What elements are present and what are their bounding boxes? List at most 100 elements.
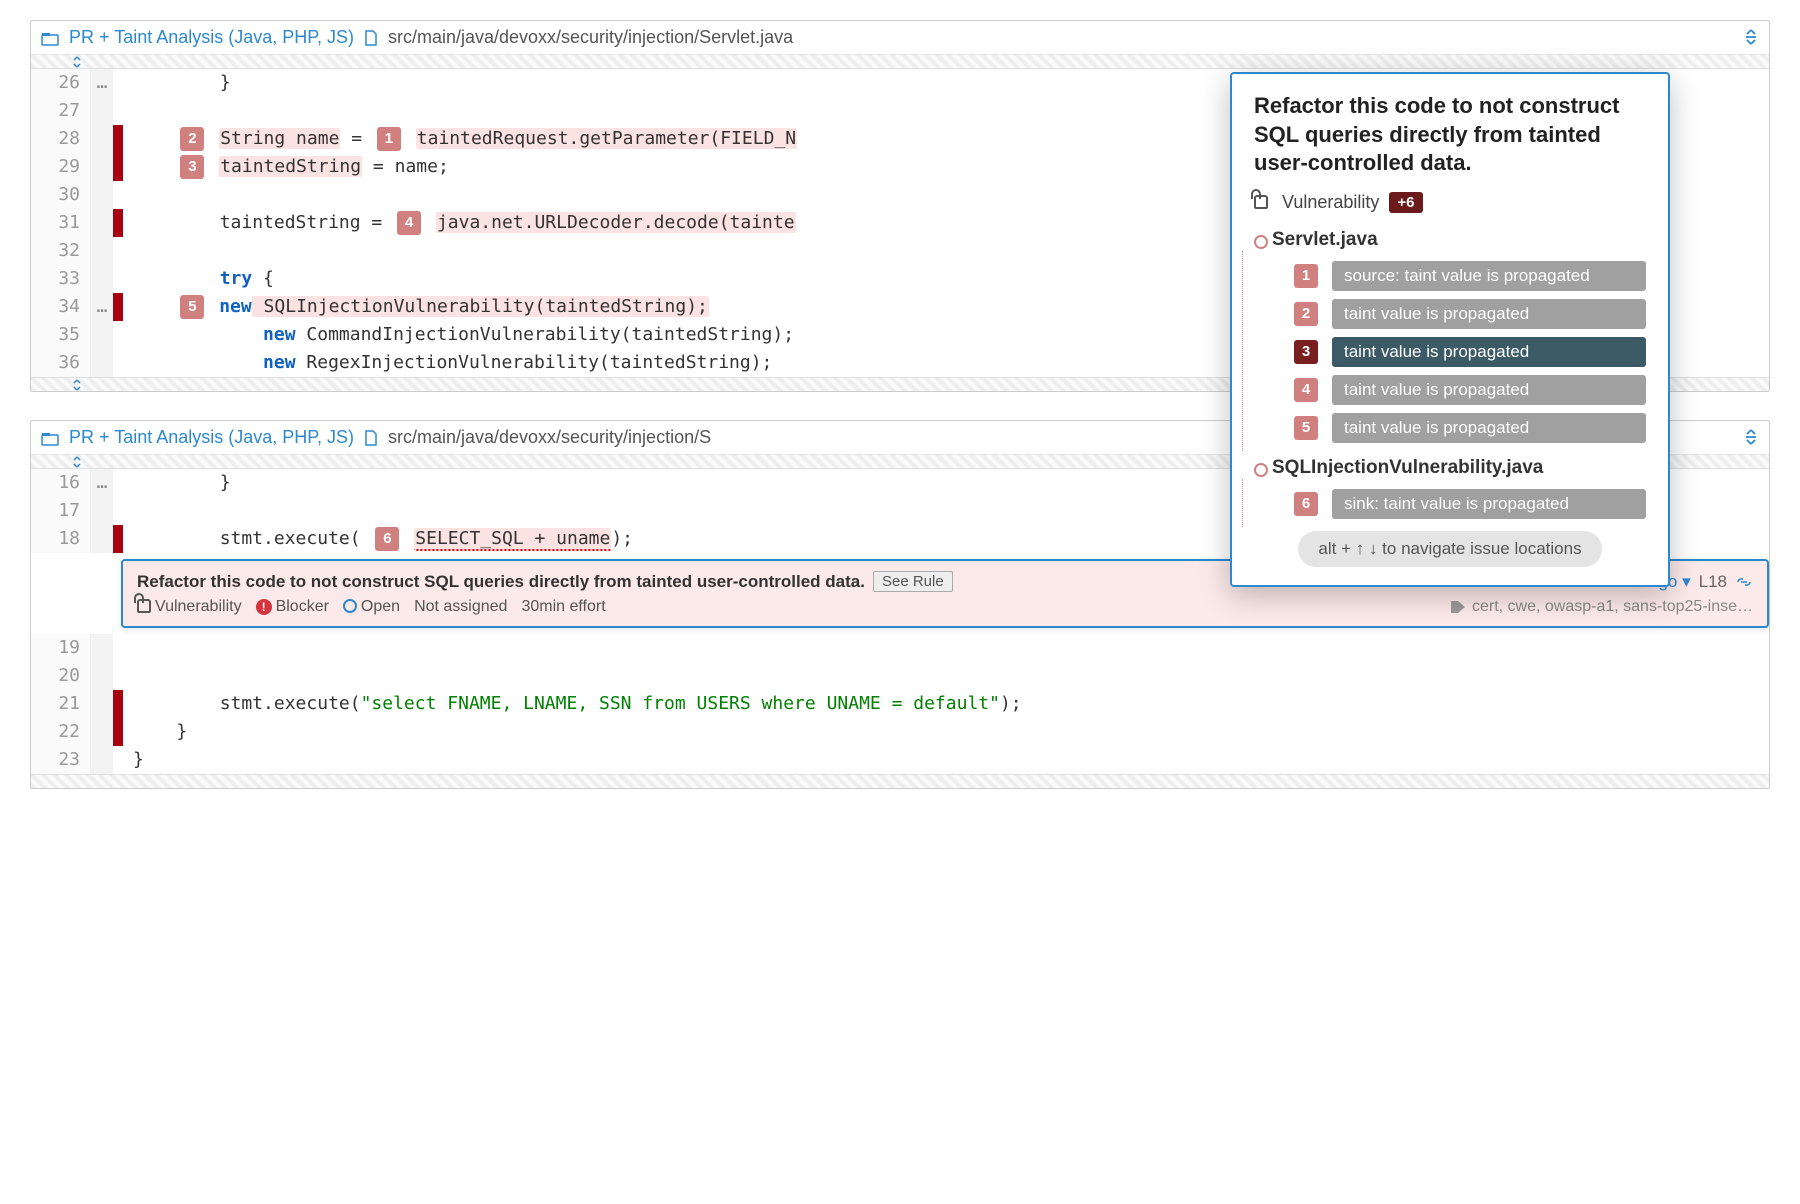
fold-toggle <box>91 237 113 265</box>
issue-marker <box>113 746 123 774</box>
taint-step-badge[interactable]: 1 <box>377 127 401 151</box>
trace-step[interactable]: 2 taint value is propagated <box>1290 299 1646 329</box>
taint-step-badge[interactable]: 6 <box>375 527 399 551</box>
issue-type[interactable]: Vulnerability <box>137 598 242 616</box>
code-line: 19 <box>31 634 1769 662</box>
fold-toggle <box>91 321 113 349</box>
fold-toggle[interactable]: … <box>91 469 113 497</box>
issue-marker <box>113 525 123 553</box>
trace-step[interactable]: 6 sink: taint value is propagated <box>1290 489 1646 519</box>
see-rule-button[interactable]: See Rule <box>873 571 953 592</box>
issue-marker <box>113 153 123 181</box>
code-text: stmt.execute("select FNAME, LNAME, SSN f… <box>123 690 1769 718</box>
issue-marker <box>113 209 123 237</box>
code-line: 22 } <box>31 718 1769 746</box>
trace-file-2: SQLInjectionVulnerability.java 6 sink: ta… <box>1254 457 1646 519</box>
expand-icon[interactable] <box>1743 28 1759 48</box>
code-text: } <box>123 746 1769 774</box>
issue-marker <box>113 97 123 125</box>
taint-step-badge[interactable]: 3 <box>180 155 204 179</box>
step-label: taint value is propagated <box>1332 337 1646 367</box>
line-number: 30 <box>31 181 91 209</box>
fold-gutter-top[interactable] <box>31 55 1769 69</box>
issue-marker <box>113 181 123 209</box>
line-number: 28 <box>31 125 91 153</box>
file-icon <box>364 27 378 48</box>
popup-type: Vulnerability <box>1282 192 1379 213</box>
trace-file-1: Servlet.java 1source: taint value is pro… <box>1254 229 1646 443</box>
line-number: 31 <box>31 209 91 237</box>
trace-step[interactable]: 3 taint value is propagated <box>1290 337 1646 367</box>
code-line: 21 stmt.execute("select FNAME, LNAME, SS… <box>31 690 1769 718</box>
issue-severity[interactable]: !Blocker <box>256 598 329 616</box>
issue-marker <box>113 634 123 662</box>
lock-open-icon <box>1254 195 1268 209</box>
file-path[interactable]: src/main/java/devoxx/security/injection/… <box>388 27 793 48</box>
issue-tags[interactable]: cert, cwe, owasp-a1, sans-top25-inse… <box>1450 598 1753 616</box>
code-area: 192021 stmt.execute("select FNAME, LNAME… <box>31 634 1769 774</box>
issue-status[interactable]: Open <box>343 598 400 616</box>
issue-count-badge[interactable]: +6 <box>1389 192 1422 213</box>
line-number: 19 <box>31 634 91 662</box>
issue-marker <box>113 293 123 321</box>
taint-step-badge[interactable]: 2 <box>180 127 204 151</box>
issue-marker <box>113 718 123 746</box>
project-icon <box>41 427 59 448</box>
code-text: } <box>123 718 1769 746</box>
step-label: source: taint value is propagated <box>1332 261 1646 291</box>
fold-toggle <box>91 349 113 377</box>
fold-toggle[interactable]: … <box>91 69 113 97</box>
issue-assignee[interactable]: Not assigned <box>414 598 507 616</box>
line-number: 32 <box>31 237 91 265</box>
step-number-badge: 4 <box>1294 378 1318 402</box>
trace-file-name[interactable]: SQLInjectionVulnerability.java <box>1272 457 1646 479</box>
line-number: 33 <box>31 265 91 293</box>
trace-step[interactable]: 4 taint value is propagated <box>1290 375 1646 405</box>
issue-marker <box>113 321 123 349</box>
code-line: 20 <box>31 662 1769 690</box>
fold-toggle <box>91 662 113 690</box>
issue-title: Refactor this code to not construct SQL … <box>137 572 865 592</box>
expand-icon[interactable] <box>1743 428 1759 448</box>
taint-flow-popup: Refactor this code to not construct SQL … <box>1230 72 1670 587</box>
step-number-badge: 6 <box>1294 492 1318 516</box>
file-path[interactable]: src/main/java/devoxx/security/injection/… <box>388 427 711 448</box>
line-number: 22 <box>31 718 91 746</box>
fold-toggle <box>91 153 113 181</box>
issue-marker <box>113 349 123 377</box>
step-number-badge: 3 <box>1294 340 1318 364</box>
line-number: 20 <box>31 662 91 690</box>
line-number: 36 <box>31 349 91 377</box>
fold-toggle <box>91 497 113 525</box>
step-label: sink: taint value is propagated <box>1332 489 1646 519</box>
code-line: 23} <box>31 746 1769 774</box>
trace-step[interactable]: 1source: taint value is propagated <box>1290 261 1646 291</box>
fold-toggle <box>91 746 113 774</box>
line-number: 17 <box>31 497 91 525</box>
issue-marker <box>113 662 123 690</box>
project-icon <box>41 27 59 48</box>
fold-toggle <box>91 209 113 237</box>
fold-toggle <box>91 690 113 718</box>
taint-step-badge[interactable]: 5 <box>180 295 204 319</box>
project-name[interactable]: PR + Taint Analysis (Java, PHP, JS) <box>69 27 354 48</box>
step-label: taint value is propagated <box>1332 299 1646 329</box>
issue-marker <box>113 497 123 525</box>
line-number: 27 <box>31 97 91 125</box>
trace-step[interactable]: 5taint value is propagated <box>1290 413 1646 443</box>
step-number-badge: 2 <box>1294 302 1318 326</box>
fold-toggle <box>91 181 113 209</box>
blocker-icon: ! <box>256 599 272 615</box>
fold-toggle <box>91 525 113 553</box>
taint-step-badge[interactable]: 4 <box>397 211 421 235</box>
trace-file-name[interactable]: Servlet.java <box>1272 229 1646 251</box>
line-number: 21 <box>31 690 91 718</box>
fold-gutter-bottom[interactable] <box>31 774 1769 788</box>
fold-toggle[interactable]: … <box>91 293 113 321</box>
fold-toggle <box>91 634 113 662</box>
issue-marker <box>113 237 123 265</box>
step-label: taint value is propagated <box>1332 413 1646 443</box>
step-label: taint value is propagated <box>1332 375 1646 405</box>
permalink-icon[interactable] <box>1735 573 1753 591</box>
project-name[interactable]: PR + Taint Analysis (Java, PHP, JS) <box>69 427 354 448</box>
